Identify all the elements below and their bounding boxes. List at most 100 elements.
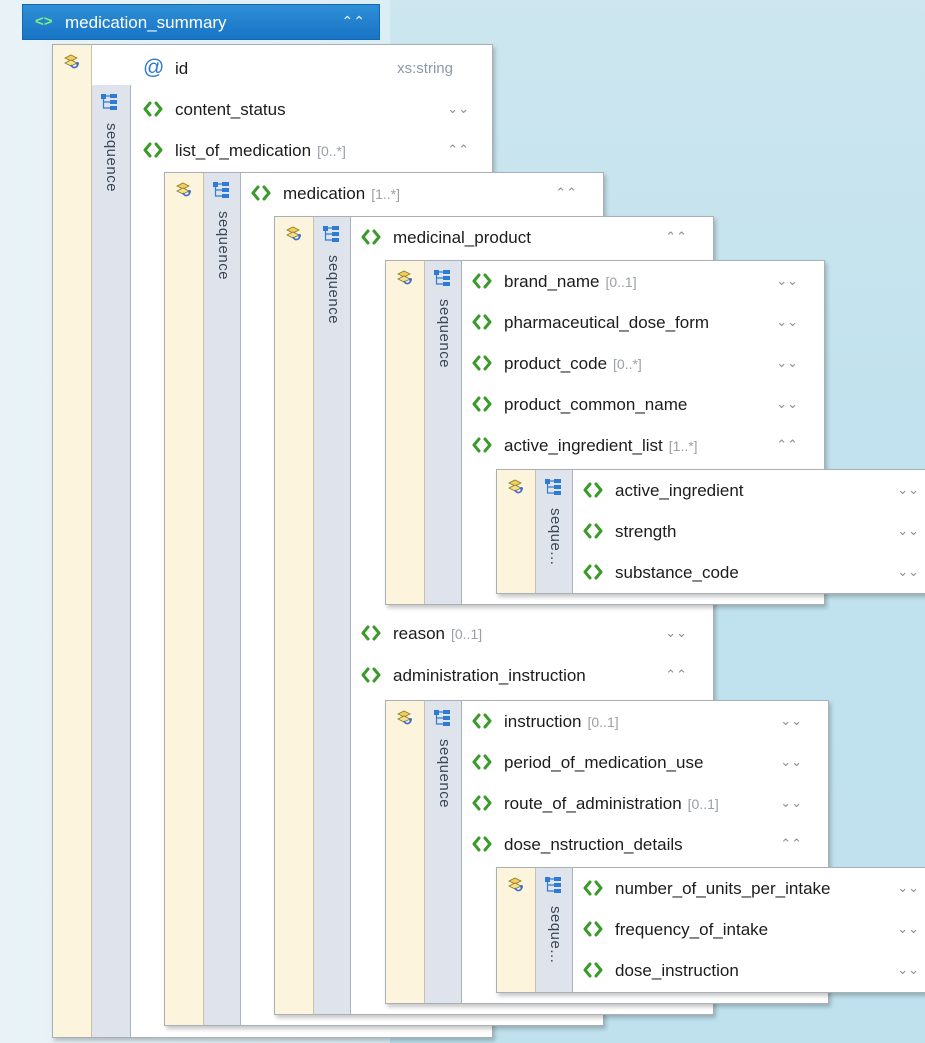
sequence-label: seque...	[547, 906, 564, 964]
element-row-product-common-name[interactable]: product_common_name ⌄⌄	[472, 393, 812, 421]
attributes-group-icon[interactable]	[506, 478, 524, 496]
sequence-band: seque...	[536, 868, 573, 992]
sequence-band: sequence	[92, 85, 131, 1037]
element-row-list-of-medication[interactable]: list_of_medication [0..*] ⌃⌃	[143, 139, 483, 167]
element-row-substance-code[interactable]: substance_code ⌄⌄	[583, 561, 921, 589]
element-icon	[583, 564, 603, 580]
element-row-content-status[interactable]: content_status ⌄⌄	[143, 98, 483, 126]
element-row-reason[interactable]: reason [0..1] ⌄⌄	[361, 622, 701, 650]
element-row-brand-name[interactable]: brand_name [0..1] ⌄⌄	[472, 270, 812, 298]
element-name: list_of_medication	[175, 141, 312, 160]
sequence-band: seque...	[536, 470, 573, 593]
element-icon	[472, 273, 492, 289]
chevron-down-icon[interactable]: ⌄⌄	[776, 273, 798, 289]
chevron-up-icon[interactable]: ⌃⌃	[447, 142, 469, 158]
chevron-up-icon[interactable]: ⌃⌃	[780, 836, 802, 852]
element-name: instruction	[504, 712, 582, 731]
element-icon	[472, 836, 492, 852]
chevron-down-icon[interactable]: ⌄⌄	[776, 355, 798, 371]
sequence-icon[interactable]	[100, 93, 118, 111]
chevron-down-icon[interactable]: ⌄⌄	[897, 962, 919, 978]
element-name: period_of_medication_use	[504, 753, 704, 772]
element-row-pharmaceutical-dose-form[interactable]: pharmaceutical_dose_form ⌄⌄	[472, 311, 812, 339]
cardinality: [0..1]	[605, 274, 637, 290]
attributes-group-icon[interactable]	[395, 709, 413, 727]
element-row-dose-instruction[interactable]: dose_instruction ⌄⌄	[583, 959, 921, 987]
sequence-band: sequence	[314, 217, 351, 1014]
element-row-medication[interactable]: medication [1..*] ⌃⌃	[251, 182, 591, 210]
element-row-active-ingredient[interactable]: active_ingredient ⌄⌄	[583, 479, 921, 507]
attribute-row-id[interactable]: @ id xs:string	[143, 56, 483, 85]
attributes-group-icon[interactable]	[506, 876, 524, 894]
element-row-route-of-administration[interactable]: route_of_administration [0..1] ⌄⌄	[472, 792, 816, 820]
chevron-down-icon[interactable]: ⌄⌄	[897, 523, 919, 539]
chevron-up-icon[interactable]: ⌃⌃	[665, 667, 687, 683]
element-icon	[472, 795, 492, 811]
attributes-band	[497, 470, 536, 593]
chevron-down-icon[interactable]: ⌄⌄	[780, 795, 802, 811]
chevron-up-icon[interactable]: ⌃⌃	[665, 229, 687, 245]
chevron-down-icon[interactable]: ⌄⌄	[897, 880, 919, 896]
element-name: pharmaceutical_dose_form	[504, 313, 710, 332]
chevron-up-icon[interactable]: ⌃⌃	[555, 185, 577, 201]
attributes-band	[386, 261, 425, 604]
element-row-instruction[interactable]: instruction [0..1] ⌄⌄	[472, 710, 816, 738]
sequence-icon[interactable]	[322, 225, 340, 243]
element-name: substance_code	[615, 563, 739, 582]
attributes-band	[275, 217, 314, 1014]
element-icon	[143, 142, 163, 158]
element-icon	[583, 523, 603, 539]
chevron-down-icon[interactable]: ⌄⌄	[447, 101, 469, 117]
element-name: active_ingredient_list	[504, 436, 663, 455]
medication-summary-header[interactable]: <> medication_summary ⌃⌃	[22, 4, 380, 40]
attributes-band	[497, 868, 536, 992]
attributes-group-icon[interactable]	[395, 269, 413, 287]
chevron-down-icon[interactable]: ⌄⌄	[665, 625, 687, 641]
element-title: medication_summary	[65, 13, 227, 32]
element-row-frequency-of-intake[interactable]: frequency_of_intake ⌄⌄	[583, 918, 921, 946]
element-name: medication	[283, 184, 366, 203]
element-row-number-of-units-per-intake[interactable]: number_of_units_per_intake ⌄⌄	[583, 877, 921, 905]
chevron-down-icon[interactable]: ⌄⌄	[897, 921, 919, 937]
chevron-down-icon[interactable]: ⌄⌄	[780, 754, 802, 770]
element-row-active-ingredient-list[interactable]: active_ingredient_list [1..*] ⌃⌃	[472, 434, 812, 462]
element-row-product-code[interactable]: product_code [0..*] ⌄⌄	[472, 352, 812, 380]
attributes-group-icon[interactable]	[62, 53, 80, 71]
sequence-icon[interactable]	[544, 478, 562, 496]
cardinality: [0..*]	[613, 356, 642, 372]
cardinality: [1..*]	[668, 438, 698, 454]
chevron-down-icon[interactable]: ⌄⌄	[780, 713, 802, 729]
chevron-down-icon[interactable]: ⌄⌄	[776, 396, 798, 412]
element-name: medicinal_product	[393, 228, 531, 247]
element-row-administration-instruction[interactable]: administration_instruction ⌃⌃	[361, 664, 701, 692]
attributes-group-icon[interactable]	[174, 181, 192, 199]
attribute-type: xs:string	[397, 60, 453, 77]
element-row-period-of-medication-use[interactable]: period_of_medication_use ⌄⌄	[472, 751, 816, 779]
element-name: active_ingredient	[615, 481, 744, 500]
element-row-dose-instruction-details[interactable]: dose_nstruction_details ⌃⌃	[472, 833, 816, 861]
sequence-icon[interactable]	[544, 876, 562, 894]
sequence-icon[interactable]	[433, 269, 451, 287]
element-row-medicinal-product[interactable]: medicinal_product ⌃⌃	[361, 226, 701, 254]
element-icon	[583, 880, 603, 896]
element-name: route_of_administration	[504, 794, 682, 813]
sequence-icon[interactable]	[433, 709, 451, 727]
element-name: product_code	[504, 354, 608, 373]
chevron-down-icon[interactable]: ⌄⌄	[776, 314, 798, 330]
attribute-name: id	[175, 59, 189, 78]
sequence-band: sequence	[204, 173, 241, 1025]
chevron-up-icon[interactable]: ⌃⌃	[342, 13, 365, 30]
element-name: brand_name	[504, 272, 600, 291]
sequence-label: sequence	[103, 123, 120, 193]
element-icon	[361, 229, 381, 245]
chevron-down-icon[interactable]: ⌄⌄	[897, 482, 919, 498]
element-icon	[472, 396, 492, 412]
sequence-icon[interactable]	[212, 181, 230, 199]
chevron-up-icon[interactable]: ⌃⌃	[776, 437, 798, 453]
attributes-group-icon[interactable]	[284, 225, 302, 243]
element-icon	[472, 754, 492, 770]
element-row-strength[interactable]: strength ⌄⌄	[583, 520, 921, 548]
chevron-down-icon[interactable]: ⌄⌄	[897, 564, 919, 580]
element-icon	[583, 921, 603, 937]
element-icon	[472, 314, 492, 330]
